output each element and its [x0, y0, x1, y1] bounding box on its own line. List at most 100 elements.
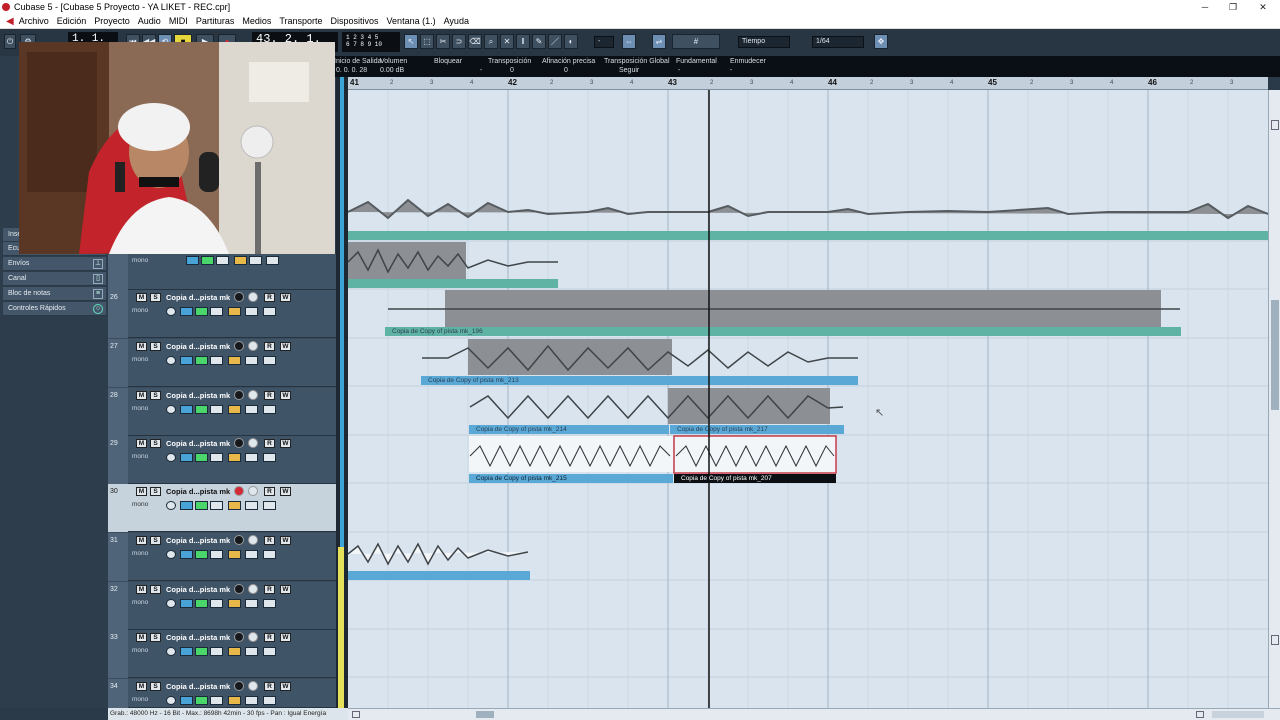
solo-button[interactable]: S [150, 682, 161, 691]
vertical-scroll-thumb[interactable] [1271, 300, 1279, 410]
split-tool-icon[interactable]: ✂ [436, 34, 450, 49]
vertical-scrollbar[interactable] [1268, 90, 1280, 708]
insert-icon[interactable] [201, 256, 214, 265]
audio-event-track25[interactable] [348, 242, 558, 288]
menu-midi[interactable]: MIDI [169, 14, 188, 28]
info-value-mute[interactable]: - [730, 67, 732, 74]
mute-button[interactable]: M [136, 633, 147, 642]
lanes-icon[interactable] [228, 405, 241, 414]
write-button[interactable]: W [280, 633, 291, 642]
monitor-button[interactable] [248, 681, 258, 691]
track-row-28[interactable]: 28 M S Copia d...pista mk R W mono [108, 388, 336, 436]
read-button[interactable]: R [264, 293, 275, 302]
read-button[interactable]: R [264, 391, 275, 400]
solo-button[interactable]: S [150, 585, 161, 594]
write-button[interactable]: W [280, 391, 291, 400]
solo-button[interactable]: S [150, 439, 161, 448]
grid-mode-select[interactable]: Tiempo [738, 36, 790, 48]
inspector-channel[interactable]: Canal ▯ [3, 272, 106, 286]
freeze-icon[interactable] [263, 696, 276, 705]
automation-icon[interactable] [245, 453, 258, 462]
channel-edit-icon[interactable]: ▯ [93, 274, 103, 284]
monitor-button[interactable] [248, 486, 258, 496]
scroll-left-icon[interactable] [352, 711, 360, 718]
automation-icon[interactable] [245, 356, 258, 365]
write-button[interactable]: W [280, 682, 291, 691]
solo-button[interactable]: S [150, 391, 161, 400]
write-button[interactable]: W [280, 585, 291, 594]
power-icon[interactable]: ⏻ [4, 34, 16, 49]
monitor-button[interactable] [248, 438, 258, 448]
track-row-25[interactable]: mono [108, 254, 336, 290]
sends-icon[interactable] [210, 453, 223, 462]
info-value-finetune[interactable]: 0 [564, 67, 568, 74]
mute-button[interactable]: M [136, 293, 147, 302]
automation-icon[interactable] [245, 599, 258, 608]
eq-icon[interactable] [195, 647, 208, 656]
eq-icon[interactable] [195, 599, 208, 608]
lanes-icon[interactable] [228, 599, 241, 608]
inserts-icon[interactable] [180, 405, 193, 414]
mute-button[interactable]: M [136, 536, 147, 545]
automation-icon[interactable] [245, 307, 258, 316]
inserts-icon[interactable] [180, 550, 193, 559]
freeze-icon[interactable] [263, 307, 276, 316]
grid-type-select[interactable]: # [672, 34, 720, 49]
glue-tool-icon[interactable]: ⊃ [452, 34, 466, 49]
eq-icon[interactable] [195, 501, 208, 510]
solo-button[interactable]: S [150, 342, 161, 351]
edit-channel-icon[interactable] [166, 599, 176, 608]
write-button[interactable]: W [280, 342, 291, 351]
read-button[interactable]: R [264, 342, 275, 351]
minimize-button[interactable]: ─ [1190, 0, 1220, 14]
read-button[interactable]: R [264, 439, 275, 448]
eq-icon[interactable] [195, 405, 208, 414]
track-row-32[interactable]: 32 M S Copia d...pista mk R W mono [108, 582, 336, 630]
solo-button[interactable]: S [150, 633, 161, 642]
monitor-icon[interactable] [186, 256, 199, 265]
horizontal-scroll-thumb[interactable] [476, 711, 494, 718]
edit-channel-icon[interactable] [166, 307, 176, 316]
sends-icon[interactable] [210, 307, 223, 316]
audio-event-long[interactable] [348, 198, 1268, 240]
track-row-31[interactable]: 31 M S Copia d...pista mk R W mono [108, 533, 336, 581]
play-tool-icon[interactable]: ◐ [564, 34, 578, 49]
mute-button[interactable]: M [136, 439, 147, 448]
inspector-notepad[interactable]: Bloc de notas ≡ [3, 287, 106, 301]
automation-icon[interactable] [245, 696, 258, 705]
eq-icon[interactable] [195, 307, 208, 316]
edit-channel-icon[interactable] [166, 696, 176, 705]
pointer-tool-icon[interactable]: ↖ [404, 34, 418, 49]
record-enable-button[interactable] [234, 681, 244, 691]
notepad-icon[interactable]: ≡ [93, 289, 103, 299]
automation-icon[interactable] [245, 550, 258, 559]
track-name[interactable]: Copia d...pista mk [166, 391, 230, 400]
track-name[interactable]: Copia d...pista mk [166, 439, 230, 448]
mute-button[interactable]: M [136, 342, 147, 351]
app-menu-icon[interactable]: ◀ [6, 14, 14, 28]
scroll-up-icon[interactable] [1271, 120, 1279, 130]
record-enable-button[interactable] [234, 390, 244, 400]
monitor-button[interactable] [248, 292, 258, 302]
freeze-icon[interactable] [263, 356, 276, 365]
inserts-icon[interactable] [180, 647, 193, 656]
read-button[interactable]: R [264, 536, 275, 545]
monitor-button[interactable] [248, 390, 258, 400]
sends-icon[interactable] [210, 599, 223, 608]
mute-button[interactable]: M [136, 682, 147, 691]
lanes-icon[interactable] [228, 307, 241, 316]
freeze-icon[interactable] [263, 550, 276, 559]
record-enable-button[interactable] [234, 341, 244, 351]
info-value-offset[interactable]: 0. 0. 0. 28 [336, 67, 367, 74]
info-value-lock[interactable]: - [480, 67, 482, 74]
menu-transporte[interactable]: Transporte [279, 14, 322, 28]
timeline-ruler[interactable]: 41 2 3 4 42 2 3 4 43 2 3 4 44 2 3 4 45 2… [348, 77, 1268, 90]
inserts-icon[interactable] [180, 599, 193, 608]
edit-channel-icon[interactable] [166, 550, 176, 559]
info-value-global-transpose[interactable]: Seguir [619, 67, 639, 74]
zoom-slider[interactable] [1212, 711, 1264, 718]
read-button[interactable]: R [264, 585, 275, 594]
menu-partituras[interactable]: Partituras [196, 14, 235, 28]
record-enable-button[interactable] [234, 632, 244, 642]
lanes-icon[interactable] [228, 550, 241, 559]
